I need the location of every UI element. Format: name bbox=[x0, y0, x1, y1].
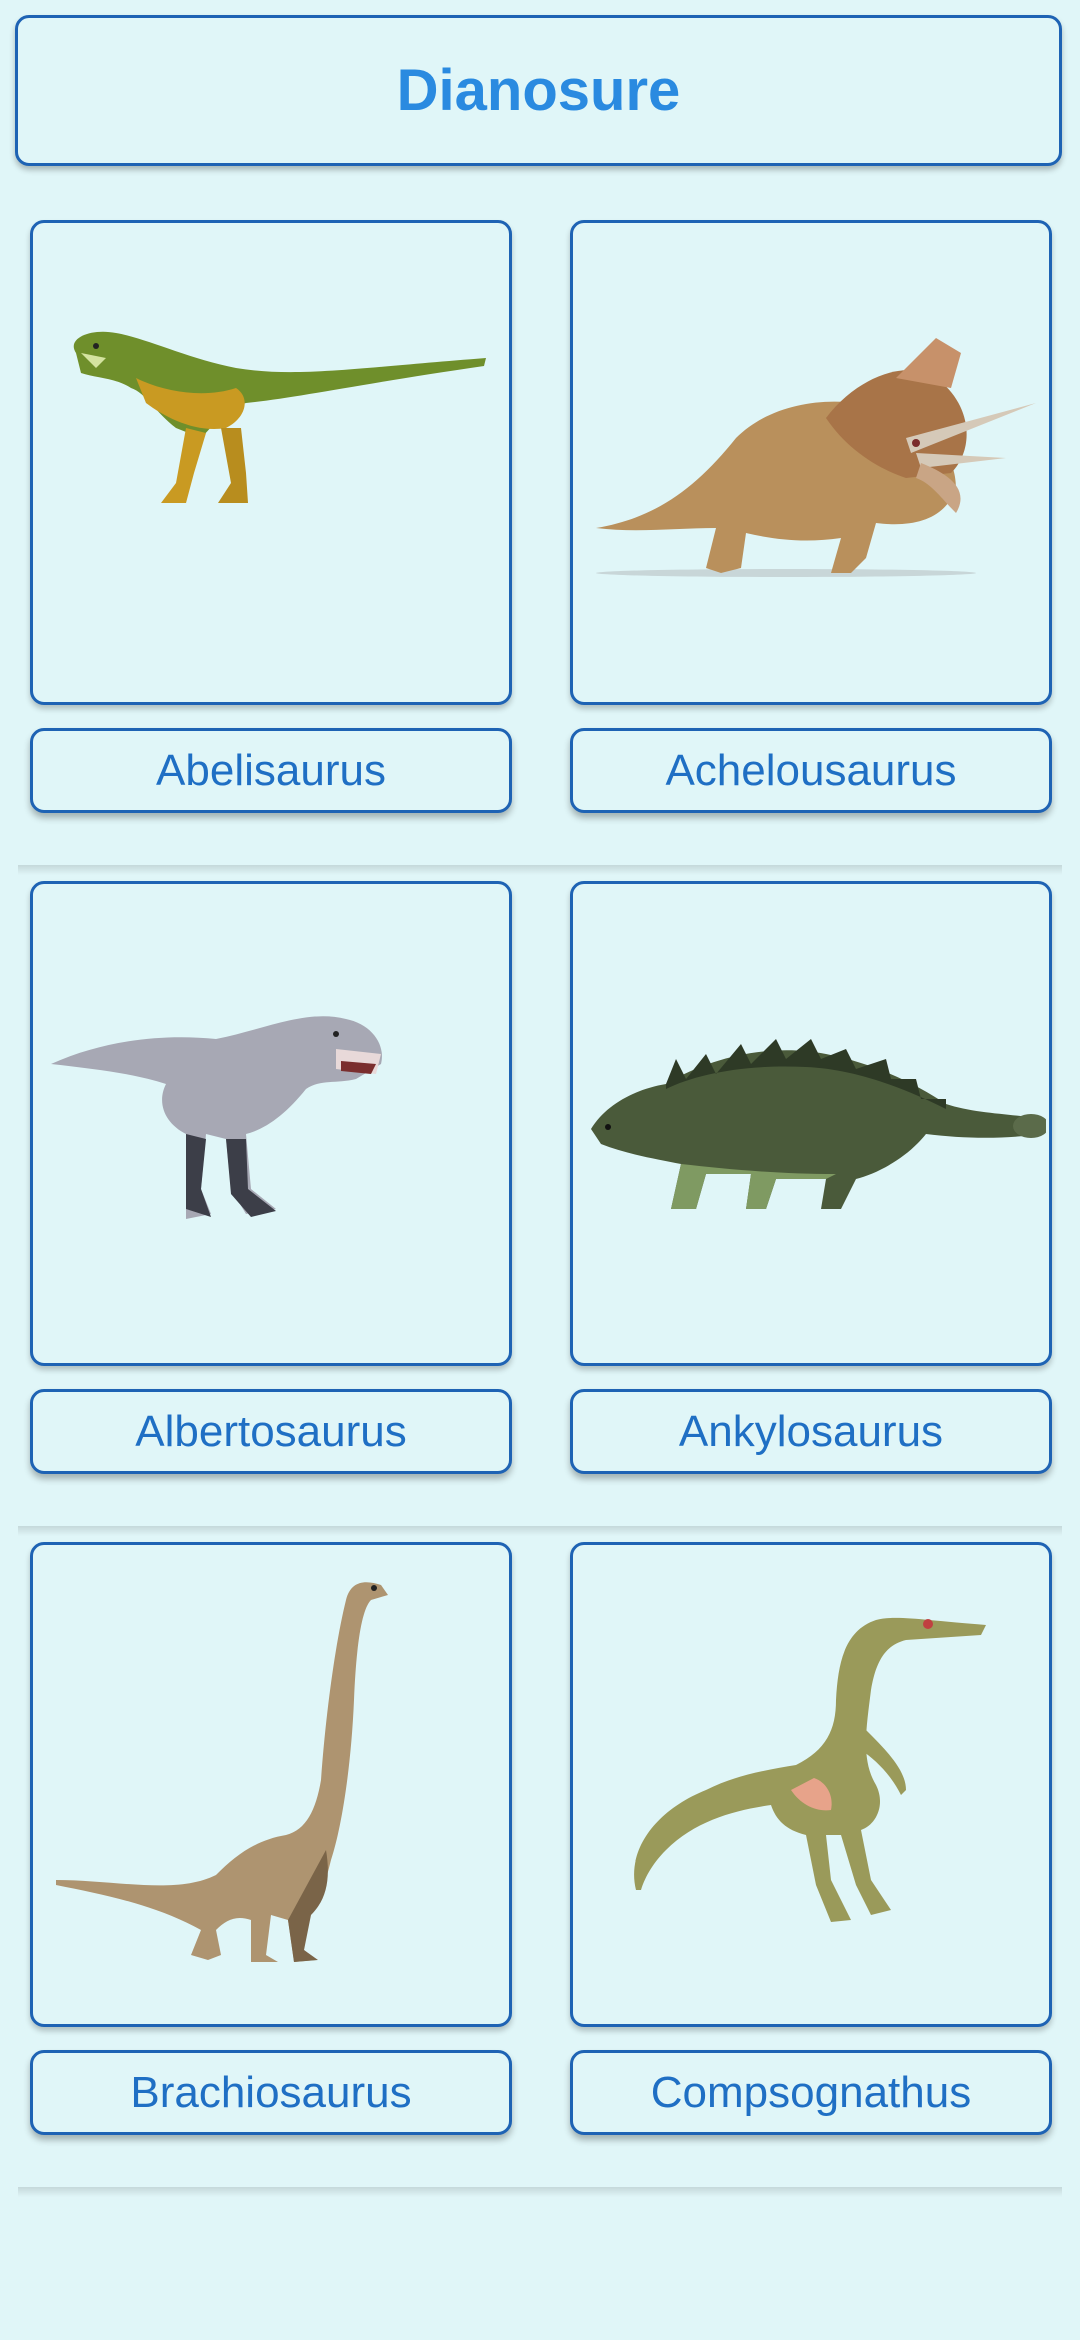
dino-name: Abelisaurus bbox=[156, 745, 386, 795]
dino-name: Albertosaurus bbox=[135, 1406, 407, 1456]
abelisaurus-image bbox=[73, 331, 487, 503]
albertosaurus-image bbox=[51, 1015, 382, 1219]
dino-label-compsognathus[interactable]: Compsognathus bbox=[570, 2050, 1052, 2135]
dino-label-albertosaurus[interactable]: Albertosaurus bbox=[30, 1389, 512, 1474]
dino-label-brachiosaurus[interactable]: Brachiosaurus bbox=[30, 2050, 512, 2135]
brachiosaurus-image bbox=[56, 1581, 388, 1962]
dino-card-ankylosaurus[interactable] bbox=[570, 881, 1052, 1366]
dino-name: Achelousaurus bbox=[665, 745, 957, 795]
grid-row: Abelisaurus Achelousaurus bbox=[18, 205, 1062, 875]
dino-card-brachiosaurus[interactable] bbox=[30, 1542, 512, 2027]
dino-name: Ankylosaurus bbox=[678, 1406, 944, 1456]
dino-name: Compsognathus bbox=[650, 2067, 972, 2117]
grid-row: Brachiosaurus Compsognathus bbox=[18, 1527, 1062, 2197]
dino-label-ankylosaurus[interactable]: Ankylosaurus bbox=[570, 1389, 1052, 1474]
dino-card-abelisaurus[interactable] bbox=[30, 220, 512, 705]
dino-name: Brachiosaurus bbox=[130, 2067, 412, 2117]
dino-card-albertosaurus[interactable] bbox=[30, 881, 512, 1366]
dino-card-compsognathus[interactable] bbox=[570, 1542, 1052, 2027]
dino-label-achelousaurus[interactable]: Achelousaurus bbox=[570, 728, 1052, 813]
dinosaur-grid: Abelisaurus Achelousaurus Albertosaurus … bbox=[0, 0, 1080, 2340]
dino-card-achelousaurus[interactable] bbox=[570, 220, 1052, 705]
compsognathus-image bbox=[634, 1617, 986, 1922]
achelousaurus-image bbox=[596, 337, 1036, 577]
dino-label-abelisaurus[interactable]: Abelisaurus bbox=[30, 728, 512, 813]
grid-row: Albertosaurus Ankylosaurus bbox=[18, 866, 1062, 1536]
ankylosaurus-image bbox=[591, 1038, 1046, 1209]
